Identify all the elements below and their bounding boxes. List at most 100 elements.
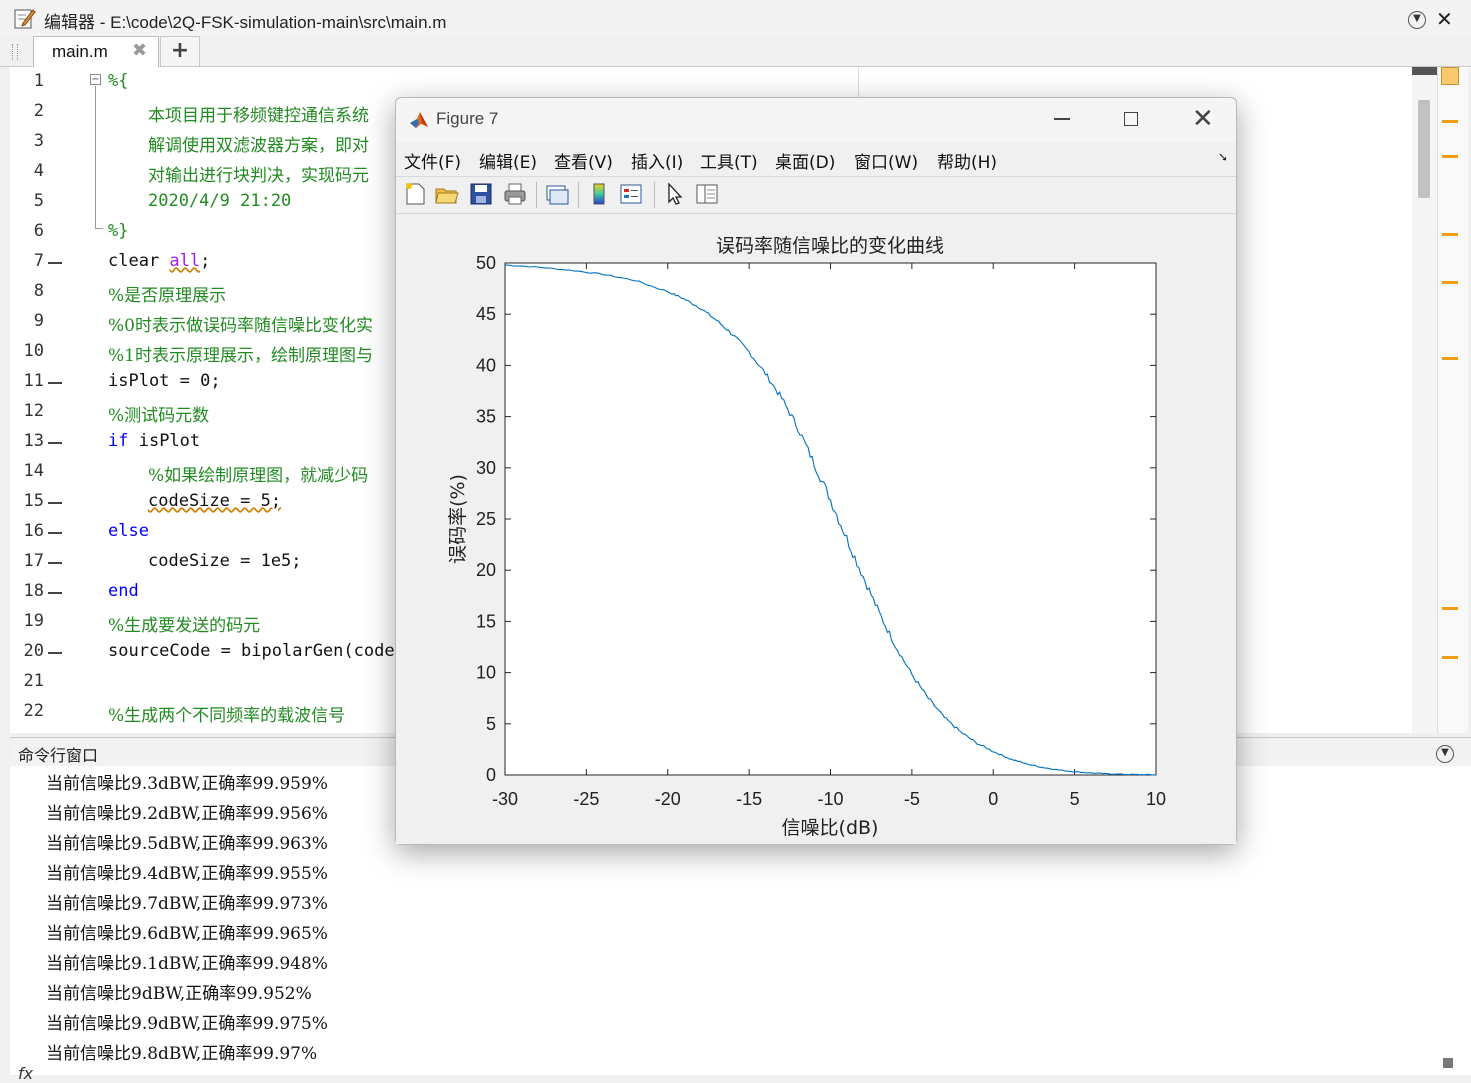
line-number[interactable]: 13 xyxy=(10,431,44,451)
line-number[interactable]: 9 xyxy=(10,311,44,331)
line-number[interactable]: 3 xyxy=(10,131,44,151)
plot-axes[interactable] xyxy=(504,262,1157,776)
open-file-icon[interactable] xyxy=(434,181,460,207)
menu-edit[interactable]: 编辑(E) xyxy=(479,148,537,173)
breakpoint-dash[interactable] xyxy=(48,562,62,564)
code-line[interactable]: 2020/4/9 21:20 xyxy=(148,191,291,211)
code-line[interactable]: %0时表示做误码率随信噪比变化实 xyxy=(108,311,373,336)
line-number[interactable]: 10 xyxy=(10,341,44,361)
line-number[interactable]: 18 xyxy=(10,581,44,601)
line-number[interactable]: 4 xyxy=(10,161,44,181)
line-number[interactable]: 6 xyxy=(10,221,44,241)
menu-window[interactable]: 窗口(W) xyxy=(854,148,918,173)
warning-marker[interactable] xyxy=(1442,233,1458,236)
warning-marker[interactable] xyxy=(1442,607,1458,610)
warning-marker[interactable] xyxy=(1442,281,1458,284)
tab-grip-handle[interactable] xyxy=(12,44,18,60)
code-line[interactable]: %1时表示原理展示，绘制原理图与 xyxy=(108,341,373,366)
editor-close-button[interactable]: ✕ xyxy=(1436,7,1453,31)
menu-help[interactable]: 帮助(H) xyxy=(937,148,997,173)
code-line[interactable]: isPlot = 0; xyxy=(108,371,221,391)
colorbar-icon[interactable] xyxy=(586,181,612,207)
line-number[interactable]: 7 xyxy=(10,251,44,271)
chart-title: 误码率随信噪比的变化曲线 xyxy=(716,235,944,257)
save-icon[interactable] xyxy=(468,181,494,207)
breakpoint-dash[interactable] xyxy=(48,382,62,384)
warning-marker[interactable] xyxy=(1442,357,1458,360)
line-number[interactable]: 12 xyxy=(10,401,44,421)
minimize-button[interactable] xyxy=(1054,118,1070,120)
line-number[interactable]: 21 xyxy=(10,671,44,691)
line-number[interactable]: 20 xyxy=(10,641,44,661)
legend-icon[interactable] xyxy=(618,181,644,207)
analyzer-status-icon[interactable] xyxy=(1441,67,1459,85)
fx-prompt-icon[interactable]: fx xyxy=(18,1064,33,1083)
figure-window[interactable]: Figure 7 ✕ 文件(F) 编辑(E) 查看(V) 插入(I) 工具(T)… xyxy=(395,97,1237,845)
code-line[interactable]: if isPlot xyxy=(108,431,200,451)
print-icon[interactable] xyxy=(502,181,528,207)
code-line[interactable]: %生成两个不同频率的载波信号 xyxy=(108,701,345,726)
breakpoint-dash[interactable] xyxy=(48,262,62,264)
fold-toggle-icon[interactable]: − xyxy=(90,74,101,85)
menu-desktop[interactable]: 桌面(D) xyxy=(775,148,835,173)
code-line[interactable]: %测试码元数 xyxy=(108,401,209,426)
warning-marker[interactable] xyxy=(1442,120,1458,123)
line-number[interactable]: 1 xyxy=(10,71,44,91)
command-output-line: 当前信噪比9.4dBW,正确率99.955% xyxy=(46,864,328,884)
line-number[interactable]: 11 xyxy=(10,371,44,391)
breakpoint-dash[interactable] xyxy=(48,502,62,504)
breakpoint-dash[interactable] xyxy=(48,592,62,594)
code-line[interactable]: sourceCode = bipolarGen(codeS xyxy=(108,641,405,661)
line-number[interactable]: 8 xyxy=(10,281,44,301)
line-number[interactable]: 19 xyxy=(10,611,44,631)
code-line[interactable]: %{ xyxy=(108,71,128,91)
menu-file[interactable]: 文件(F) xyxy=(404,148,461,173)
figure-titlebar[interactable] xyxy=(396,98,1236,142)
code-line[interactable]: clear all; xyxy=(108,251,210,271)
maximize-button[interactable] xyxy=(1124,112,1138,126)
tab-main-m[interactable]: main.m ✖ xyxy=(33,36,159,67)
y-tick-label: 20 xyxy=(476,560,496,580)
code-line[interactable]: else xyxy=(108,521,149,541)
warning-marker[interactable] xyxy=(1442,656,1458,659)
property-inspector-icon[interactable] xyxy=(694,181,720,207)
line-number[interactable]: 2 xyxy=(10,101,44,121)
menu-insert[interactable]: 插入(I) xyxy=(631,148,683,173)
dock-arrow-icon[interactable]: ➘ xyxy=(1218,150,1228,164)
y-tick-label: 45 xyxy=(476,304,496,324)
code-line[interactable]: 对输出进行块判决，实现码元 xyxy=(148,161,369,186)
code-line[interactable]: %生成要发送的码元 xyxy=(108,611,260,636)
menu-tools[interactable]: 工具(T) xyxy=(700,148,758,173)
breakpoint-dash[interactable] xyxy=(48,652,62,654)
x-tick-label: -25 xyxy=(573,789,599,809)
breakpoint-dash[interactable] xyxy=(48,442,62,444)
close-window-button[interactable]: ✕ xyxy=(1192,104,1214,134)
line-number[interactable]: 15 xyxy=(10,491,44,511)
editor-options-icon[interactable]: ▼ xyxy=(1408,11,1426,29)
code-line[interactable]: 本项目用于移频键控通信系统 xyxy=(148,101,369,126)
code-line[interactable]: end xyxy=(108,581,139,601)
tab-close-icon[interactable]: ✖ xyxy=(132,40,147,61)
menu-view[interactable]: 查看(V) xyxy=(554,148,613,173)
code-line[interactable]: %是否原理展示 xyxy=(108,281,226,306)
line-number[interactable]: 14 xyxy=(10,461,44,481)
code-line[interactable]: codeSize = 5; xyxy=(148,491,281,511)
new-tab-button[interactable]: + xyxy=(160,36,200,66)
warning-marker[interactable] xyxy=(1442,155,1458,158)
line-number[interactable]: 16 xyxy=(10,521,44,541)
line-number[interactable]: 22 xyxy=(10,701,44,721)
command-window-options-icon[interactable]: ▼ xyxy=(1436,745,1454,763)
scrollbar-thumb[interactable] xyxy=(1418,100,1430,198)
code-line[interactable]: %如果绘制原理图，就减少码 xyxy=(148,461,368,486)
line-number[interactable]: 17 xyxy=(10,551,44,571)
scroll-corner-icon[interactable] xyxy=(1443,1058,1453,1068)
breakpoint-dash[interactable] xyxy=(48,532,62,534)
new-figure-icon[interactable] xyxy=(402,181,428,207)
code-line[interactable]: codeSize = 1e5; xyxy=(148,551,302,571)
code-line[interactable]: 解调使用双滤波器方案，即对 xyxy=(148,131,369,156)
edit-pointer-icon[interactable] xyxy=(662,181,688,207)
figure-canvas[interactable]: -30 -25 -20 -15 -10 -5 0 5 10 0 5 10 15 20 25 30 35 40 45… xyxy=(396,214,1236,844)
line-number[interactable]: 5 xyxy=(10,191,44,211)
code-line[interactable]: %} xyxy=(108,221,128,241)
link-plot-icon[interactable] xyxy=(544,181,570,207)
